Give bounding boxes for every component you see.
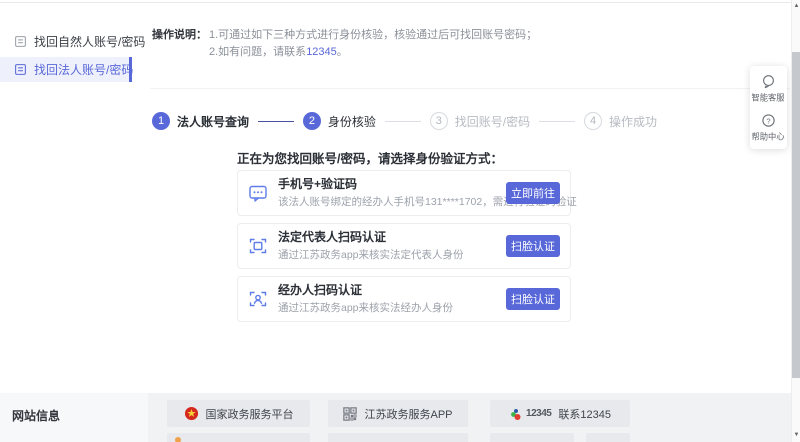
scroll-up-arrow[interactable]: ▲ bbox=[792, 2, 800, 10]
document-icon bbox=[14, 63, 27, 76]
step-connector bbox=[385, 121, 421, 122]
method-card-sms: 手机号+验证码 该法人账号绑定的经办人手机号131****1702，需进行验证码… bbox=[237, 170, 571, 216]
instructions-title: 操作说明： bbox=[152, 27, 207, 61]
hotline-12345-link[interactable]: 12345 bbox=[306, 46, 337, 58]
vertical-scrollbar[interactable]: ▲ ▼ bbox=[791, 0, 800, 442]
qr-code-icon bbox=[343, 407, 357, 421]
step-label: 身份核验 bbox=[328, 113, 376, 130]
footer-link-national-platform[interactable]: 国家政务服务平台 bbox=[167, 400, 310, 427]
footer-link-stub[interactable] bbox=[490, 433, 574, 442]
footer-link-stub[interactable] bbox=[167, 433, 310, 442]
footer-link-stub[interactable] bbox=[586, 433, 630, 442]
method-card-legal-rep-scan: 法定代表人扫码认证 通过江苏政务app来核实法定代表人身份 扫脸认证 bbox=[237, 223, 571, 269]
top-divider bbox=[0, 2, 800, 3]
method-title: 法定代表人扫码认证 bbox=[278, 230, 506, 244]
footer-link-label: 国家政务服务平台 bbox=[206, 406, 294, 422]
scroll-down-arrow[interactable]: ▼ bbox=[792, 431, 800, 439]
step-label: 找回账号/密码 bbox=[455, 113, 530, 130]
help-icon: ? bbox=[761, 113, 776, 128]
step-number: 2 bbox=[303, 112, 321, 130]
content-divider bbox=[150, 88, 790, 89]
sidebar: 找回自然人账号/密码 找回法人账号/密码 bbox=[0, 30, 132, 82]
sms-icon bbox=[248, 183, 268, 203]
step-number: 4 bbox=[584, 112, 602, 130]
sidebar-item-label: 找回法人账号/密码 bbox=[34, 61, 133, 78]
instruction-line-1: 1.可通过如下三种方式进行身份核验，核验通过后可找回账号密码； bbox=[209, 27, 537, 44]
method-desc: 该法人账号绑定的经办人手机号131****1702，需进行验证码验证 bbox=[278, 194, 506, 209]
step-recover-password: 3 找回账号/密码 bbox=[430, 112, 530, 130]
help-center[interactable]: ? 帮助中心 bbox=[750, 113, 786, 143]
step-legal-account-query: 1 法人账号查询 bbox=[152, 112, 249, 130]
method-title: 经办人扫码认证 bbox=[278, 283, 506, 297]
legal-rep-scan-icon bbox=[248, 236, 268, 256]
agent-scan-icon bbox=[248, 289, 268, 309]
widget-label: 帮助中心 bbox=[752, 131, 785, 143]
method-desc: 通过江苏政务app来核实法定代表人身份 bbox=[278, 247, 506, 262]
footer-link-label: 联系12345 bbox=[558, 406, 611, 422]
instruction-line-2: 2.如有问题，请联系12345。 bbox=[209, 44, 537, 61]
widget-label: 智能客服 bbox=[752, 92, 785, 104]
scrollbar-thumb[interactable] bbox=[792, 52, 800, 378]
footer-link-jiangsu-app[interactable]: 江苏政务服务APP bbox=[328, 400, 468, 427]
step-connector bbox=[539, 121, 575, 122]
verify-method-list: 手机号+验证码 该法人账号绑定的经办人手机号131****1702，需进行验证码… bbox=[237, 170, 571, 329]
go-now-button[interactable]: 立即前往 bbox=[506, 182, 560, 204]
sidebar-item-natural-person[interactable]: 找回自然人账号/密码 bbox=[0, 30, 132, 53]
floating-help-widget: 智能客服 ? 帮助中心 bbox=[750, 66, 787, 149]
12345-logo: 12345 bbox=[509, 406, 551, 422]
method-card-agent-scan: 经办人扫码认证 通过江苏政务app来核实法经办人身份 扫脸认证 bbox=[237, 276, 571, 322]
step-label: 操作成功 bbox=[609, 113, 657, 130]
progress-stepper: 1 法人账号查询 2 身份核验 3 找回账号/密码 4 操作成功 bbox=[152, 112, 657, 130]
method-title: 手机号+验证码 bbox=[278, 177, 506, 191]
footer-link-label: 江苏政务服务APP bbox=[364, 406, 452, 422]
footer-link-contact-12345[interactable]: 12345 联系12345 bbox=[490, 400, 630, 427]
national-emblem-icon bbox=[184, 406, 199, 421]
verify-method-heading: 正在为您找回账号/密码，请选择身份验证方式： bbox=[237, 148, 503, 167]
step-identity-verify: 2 身份核验 bbox=[303, 112, 376, 130]
sidebar-item-label: 找回自然人账号/密码 bbox=[34, 33, 145, 50]
document-icon bbox=[14, 35, 27, 48]
step-label: 法人账号查询 bbox=[177, 113, 249, 130]
smart-customer-service[interactable]: 智能客服 bbox=[750, 74, 786, 104]
stub-icon bbox=[175, 437, 181, 442]
face-verify-button[interactable]: 扫脸认证 bbox=[506, 235, 560, 257]
step-success: 4 操作成功 bbox=[584, 112, 657, 130]
footer-link-stub[interactable] bbox=[328, 433, 468, 442]
step-connector bbox=[258, 121, 294, 122]
12345-logo-text: 12345 bbox=[526, 408, 551, 419]
face-verify-button[interactable]: 扫脸认证 bbox=[506, 288, 560, 310]
footer-title: 网站信息 bbox=[12, 407, 60, 424]
sidebar-item-legal-person[interactable]: 找回法人账号/密码 bbox=[0, 57, 132, 82]
step-number: 1 bbox=[152, 112, 170, 130]
svg-text:?: ? bbox=[766, 116, 770, 125]
customer-service-icon bbox=[761, 74, 776, 89]
method-desc: 通过江苏政务app来核实法经办人身份 bbox=[278, 300, 506, 315]
footer: 网站信息 国家政务服务平台 江苏政务服务APP 12345 联系12345 bbox=[0, 393, 800, 442]
step-number: 3 bbox=[430, 112, 448, 130]
operation-instructions: 操作说明： 1.可通过如下三种方式进行身份核验，核验通过后可找回账号密码； 2.… bbox=[152, 27, 537, 61]
